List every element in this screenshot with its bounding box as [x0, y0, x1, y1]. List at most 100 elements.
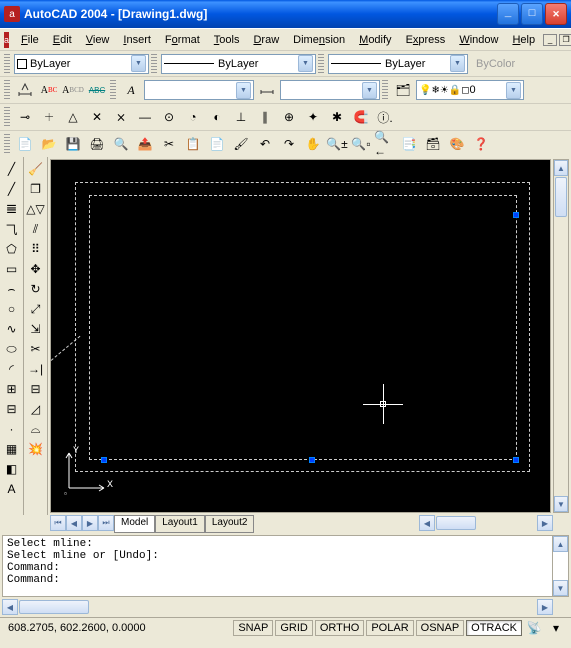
polygon-icon[interactable]: ⬠ — [1, 239, 23, 259]
redo-icon[interactable]: ↷ — [278, 133, 300, 155]
snap-quadrant-icon[interactable]: ◔ — [182, 106, 204, 128]
zoom-prev-icon[interactable]: 🔍← — [374, 133, 396, 155]
dim-style-icon[interactable] — [14, 79, 36, 101]
snap-center-icon[interactable]: ⊙ — [158, 106, 180, 128]
textstyle-combo[interactable]: ▼ — [144, 80, 254, 100]
find-text-icon[interactable]: ABCD — [62, 79, 84, 101]
abc-icon[interactable]: ABC — [86, 79, 108, 101]
extend-icon[interactable]: →| — [25, 359, 47, 379]
osnap-settings-icon[interactable]: ⓘ. — [374, 106, 396, 128]
explode-icon[interactable]: 💥 — [25, 439, 47, 459]
toolbar-grip[interactable] — [4, 134, 10, 154]
grip-point[interactable] — [513, 457, 519, 463]
hscroll-right-icon[interactable]: ▶ — [537, 515, 553, 531]
hatch-icon[interactable]: ▦ — [1, 439, 23, 459]
plot-preview-icon[interactable]: 🔍 — [110, 133, 132, 155]
tab-layout1[interactable]: Layout1 — [155, 515, 205, 533]
menu-tools[interactable]: Tools — [208, 32, 246, 48]
scroll-thumb[interactable] — [19, 600, 89, 614]
dimstyle-select-icon[interactable] — [256, 79, 278, 101]
comm-center-icon[interactable]: 📡 — [523, 617, 545, 639]
snap-insert-icon[interactable]: ⊕ — [278, 106, 300, 128]
match-prop-icon[interactable]: 🖌 — [230, 133, 252, 155]
layer-combo[interactable]: 💡❄☀🔒◻ 0 ▼ — [416, 80, 524, 100]
mline-icon[interactable]: 𝌆 — [1, 199, 23, 219]
rectangle-icon[interactable]: ▭ — [1, 259, 23, 279]
mtext-icon[interactable]: A — [1, 479, 23, 499]
osnap-toggle[interactable]: OSNAP — [416, 620, 465, 636]
menu-format[interactable]: Format — [159, 32, 206, 48]
minimize-button[interactable]: _ — [497, 3, 519, 25]
menu-insert[interactable]: Insert — [117, 32, 157, 48]
copy-icon[interactable]: 📋 — [182, 133, 204, 155]
toolbar-grip[interactable] — [4, 80, 10, 100]
region-icon[interactable]: ◧ — [1, 459, 23, 479]
snap-intersection-icon[interactable]: ✕ — [86, 106, 108, 128]
scroll-thumb[interactable] — [555, 177, 567, 217]
menu-modify[interactable]: Modify — [353, 32, 397, 48]
vertical-scrollbar[interactable]: ▲ ▼ — [553, 159, 569, 513]
layer-manager-icon[interactable]: 🗂 — [392, 79, 414, 101]
ellipse-arc-icon[interactable]: ◜ — [1, 359, 23, 379]
snap-tangent-icon[interactable]: ◐ — [206, 106, 228, 128]
tab-first-icon[interactable]: ⏮ — [50, 515, 66, 531]
make-block-icon[interactable]: ⊟ — [1, 399, 23, 419]
tab-next-icon[interactable]: ▶ — [82, 515, 98, 531]
help-icon[interactable]: ❓ — [470, 133, 492, 155]
grip-point[interactable] — [513, 212, 519, 218]
paste-icon[interactable]: 📄 — [206, 133, 228, 155]
arc-icon[interactable]: ⌢ — [1, 279, 23, 299]
zoom-realtime-icon[interactable]: 🔍± — [326, 133, 348, 155]
xline-icon[interactable]: ╱ — [1, 179, 23, 199]
chamfer-icon[interactable]: ◿ — [25, 399, 47, 419]
insert-block-icon[interactable]: ⊞ — [1, 379, 23, 399]
undo-icon[interactable]: ↶ — [254, 133, 276, 155]
circle-icon[interactable]: ○ — [1, 299, 23, 319]
menu-view[interactable]: View — [80, 32, 116, 48]
menu-express[interactable]: Express — [400, 32, 452, 48]
rotate-icon[interactable]: ↻ — [25, 279, 47, 299]
doc-icon[interactable]: a — [4, 32, 9, 48]
otrack-toggle[interactable]: OTRACK — [466, 620, 522, 636]
line-icon[interactable]: ╱ — [1, 159, 23, 179]
trim-icon[interactable]: ✂ — [25, 339, 47, 359]
snap-toggle[interactable]: SNAP — [233, 620, 273, 636]
stretch-icon[interactable]: ⇲ — [25, 319, 47, 339]
properties-icon[interactable]: 📑 — [398, 133, 420, 155]
drawing-canvas[interactable]: Y X ▫ — [50, 159, 551, 513]
tab-prev-icon[interactable]: ◀ — [66, 515, 82, 531]
array-icon[interactable]: ⠿ — [25, 239, 47, 259]
menu-file[interactable]: File — [15, 32, 45, 48]
move-icon[interactable]: ✥ — [25, 259, 47, 279]
tool-palette-icon[interactable]: 🎨 — [446, 133, 468, 155]
copy-obj-icon[interactable]: ❐ — [25, 179, 47, 199]
scroll-up-icon[interactable]: ▲ — [553, 536, 568, 552]
scroll-right-icon[interactable]: ▶ — [537, 599, 553, 615]
polar-toggle[interactable]: POLAR — [366, 620, 413, 636]
toolbar-grip[interactable] — [4, 54, 10, 74]
menu-draw[interactable]: Draw — [247, 32, 285, 48]
scroll-left-icon[interactable]: ◀ — [2, 599, 18, 615]
maximize-button[interactable]: □ — [521, 3, 543, 25]
color-combo[interactable]: ByLayer ▼ — [14, 54, 149, 74]
snap-nearest-icon[interactable]: ✱ — [326, 106, 348, 128]
cmd-input[interactable]: Command: — [7, 574, 548, 586]
toolbar-grip[interactable] — [318, 54, 324, 74]
scale-icon[interactable]: ⤢ — [25, 299, 47, 319]
pline-icon[interactable]: ⺄ — [1, 219, 23, 239]
snap-appint-icon[interactable]: ⨯ — [110, 106, 132, 128]
coords-readout[interactable]: 608.2705, 602.2600, 0.0000 — [4, 622, 232, 634]
offset-icon[interactable]: ⫽ — [25, 219, 47, 239]
snap-midpoint-icon[interactable]: △ — [62, 106, 84, 128]
menu-dimension[interactable]: Dimension — [287, 32, 351, 48]
menu-edit[interactable]: Edit — [47, 32, 78, 48]
text-style-select-icon[interactable]: A — [120, 79, 142, 101]
text-style-icon[interactable]: ABC — [38, 79, 60, 101]
hscroll-left-icon[interactable]: ◀ — [419, 515, 435, 531]
cmd-vscrollbar[interactable]: ▲ ▼ — [552, 536, 568, 596]
snap-endpoint-icon[interactable]: 🞡 — [38, 106, 60, 128]
linetype-combo[interactable]: ByLayer ▼ — [161, 54, 316, 74]
snap-none-icon[interactable]: 🧲 — [350, 106, 372, 128]
plot-icon[interactable]: 🖨 — [86, 133, 108, 155]
save-icon[interactable]: 💾 — [62, 133, 84, 155]
